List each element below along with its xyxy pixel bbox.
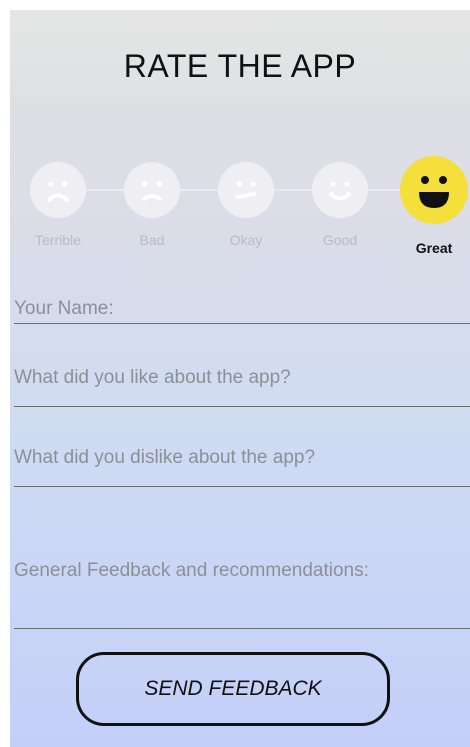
rating-label-good: Good (322, 232, 358, 248)
dislike-field-underline (14, 486, 470, 487)
rating-label-bad: Bad (139, 232, 165, 248)
rating-selector: Terrible Bad Okay Good Great (10, 155, 470, 275)
laughing-face-icon[interactable] (400, 156, 468, 224)
rating-label-terrible: Terrible (35, 232, 81, 248)
very-sad-face-icon[interactable] (30, 162, 86, 218)
neutral-face-icon[interactable] (218, 162, 274, 218)
name-field-underline (14, 323, 470, 324)
sad-face-icon[interactable] (124, 162, 180, 218)
rating-label-okay: Okay (229, 232, 263, 248)
general-feedback-field[interactable]: General Feedback and recommendations: (14, 560, 369, 582)
like-field[interactable]: What did you like about the app? (14, 367, 291, 389)
like-field-underline (14, 406, 470, 407)
smile-face-icon[interactable] (312, 162, 368, 218)
page-title: RATE THE APP (123, 48, 357, 84)
app-screen: RATE THE APP Terrible Bad Okay Good Grea… (10, 10, 470, 747)
rating-label-great: Great (415, 240, 453, 256)
send-feedback-button[interactable]: SEND FEEDBACK (76, 652, 390, 726)
dislike-field[interactable]: What did you dislike about the app? (14, 447, 315, 469)
header: RATE THE APP (10, 10, 470, 100)
name-field[interactable]: Your Name: (14, 298, 114, 320)
general-feedback-field-underline (14, 628, 470, 629)
